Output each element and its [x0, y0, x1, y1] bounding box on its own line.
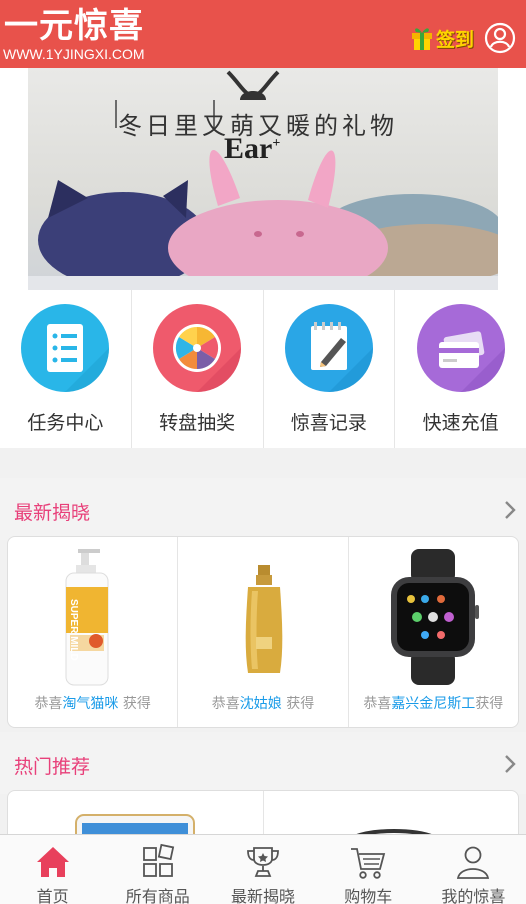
latest-cards: SUPER MILD 恭喜淘气猫咪 获得 恭喜沈姑娘 获得 恭喜嘉兴金尼斯工获得	[7, 536, 519, 728]
latest-card[interactable]: 恭喜嘉兴金尼斯工获得	[349, 537, 518, 727]
tab-latest[interactable]: 最新揭晓	[210, 835, 315, 904]
task-list-icon	[21, 304, 110, 392]
signin-button[interactable]: 签到	[410, 22, 474, 54]
quick-item-lucky-wheel[interactable]: 转盘抽奖	[132, 290, 264, 448]
gold-shampoo-bottle-image	[246, 565, 283, 673]
quick-item-label: 惊喜记录	[290, 412, 367, 434]
latest-section-header[interactable]: 最新揭晓	[0, 478, 526, 540]
caption-suffix: 获得	[286, 696, 315, 712]
tab-cart[interactable]: 购物车	[316, 835, 421, 904]
latest-card-caption: 恭喜嘉兴金尼斯工获得	[349, 693, 518, 713]
shampoo-bottle-image: SUPER MILD	[65, 549, 109, 686]
bottom-tabbar: 首页 所有商品 最新揭晓 购物车 我的惊喜	[0, 834, 526, 904]
banner-brand-mark: +	[272, 136, 281, 151]
caption-suffix: 获得	[475, 696, 504, 712]
banner-brand: Ear+	[224, 132, 280, 166]
tab-all-products[interactable]: 所有商品	[105, 835, 210, 904]
quick-item-task-center[interactable]: 任务中心	[0, 290, 132, 448]
latest-section-title: 最新揭晓	[14, 502, 91, 524]
chevron-right-icon	[505, 755, 516, 773]
latest-card[interactable]: SUPER MILD 恭喜淘气猫咪 获得	[8, 537, 179, 727]
tab-label: 首页	[36, 887, 69, 904]
latest-card-caption: 恭喜沈姑娘 获得	[178, 693, 347, 713]
tab-label: 我的惊喜	[441, 887, 506, 904]
caption-prefix: 恭喜	[34, 696, 63, 712]
banner-brand-text: Ear	[224, 132, 273, 165]
cart-icon	[351, 848, 386, 879]
trophy-icon	[247, 847, 279, 877]
quick-item-quick-recharge[interactable]: 快速充值	[395, 290, 526, 448]
quick-item-surprise-records[interactable]: 惊喜记录	[264, 290, 396, 448]
notepad-pencil-icon	[284, 304, 373, 392]
banner-artwork	[28, 70, 498, 290]
smartwatch-image	[390, 549, 479, 685]
winner-name[interactable]: 嘉兴金尼斯工	[391, 696, 475, 712]
tab-label: 购物车	[344, 887, 393, 904]
winner-name[interactable]: 沈姑娘	[240, 696, 282, 712]
signin-label: 签到	[436, 28, 475, 51]
quick-menu: 任务中心 转盘抽奖 惊喜记录 快速充值	[0, 290, 526, 448]
logo-text[interactable]: 一元惊喜	[4, 6, 144, 46]
chevron-right-icon	[505, 501, 516, 519]
tab-label: 所有商品	[125, 887, 190, 904]
credit-card-icon	[416, 304, 505, 392]
quick-item-label: 任务中心	[27, 412, 104, 434]
hot-section-header[interactable]: 热门推荐	[0, 732, 526, 794]
caption-suffix: 获得	[122, 696, 151, 712]
tab-my-surprise[interactable]: 我的惊喜	[421, 835, 526, 904]
caption-prefix: 恭喜	[211, 696, 240, 712]
tab-home[interactable]: 首页	[0, 835, 105, 904]
app-header: 一元惊喜 WWW.1YJINGXI.COM 签到	[0, 0, 526, 68]
hot-section-title: 热门推荐	[14, 756, 91, 778]
winner-name[interactable]: 淘气猫咪	[62, 696, 118, 712]
quick-item-label: 转盘抽奖	[159, 412, 236, 434]
caption-prefix: 恭喜	[363, 696, 392, 712]
user-icon	[457, 846, 490, 879]
gift-icon	[412, 28, 432, 50]
user-circle-icon[interactable]	[484, 22, 516, 54]
home-icon	[36, 847, 69, 877]
latest-card[interactable]: 恭喜沈姑娘 获得	[178, 537, 349, 727]
tab-label: 最新揭晓	[231, 887, 296, 904]
latest-card-caption: 恭喜淘气猫咪 获得	[8, 693, 177, 713]
quick-item-label: 快速充值	[422, 412, 499, 434]
shampoo-label: SUPER MILD	[68, 599, 79, 661]
logo-url: WWW.1YJINGXI.COM	[3, 46, 145, 62]
lucky-wheel-icon	[153, 304, 242, 392]
grid-icon	[142, 843, 174, 877]
banner-area: 冬日里又萌又暖的礼物 Ear+	[0, 68, 526, 290]
banner-image[interactable]: 冬日里又萌又暖的礼物 Ear+	[28, 68, 498, 290]
